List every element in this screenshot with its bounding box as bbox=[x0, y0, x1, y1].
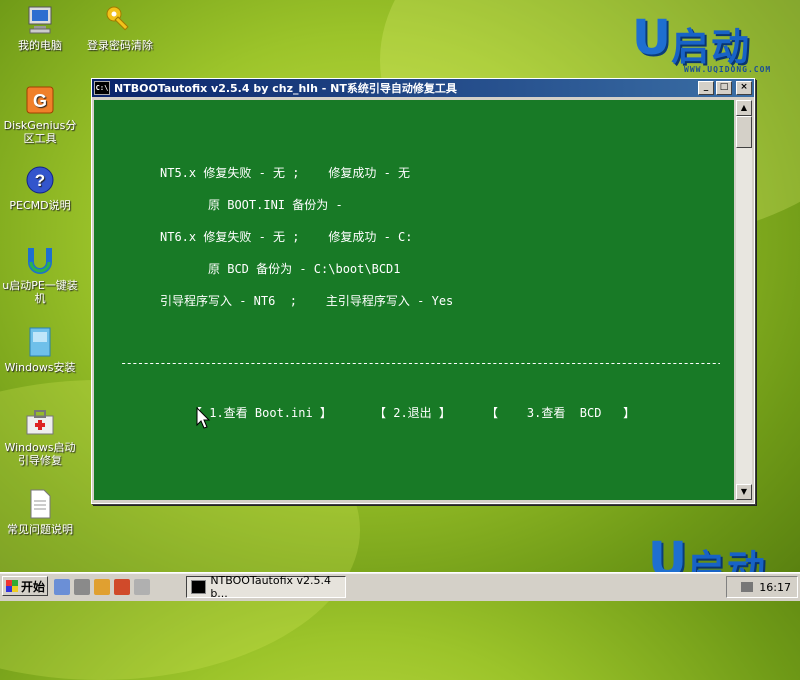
console-line: 原 BCD 备份为 - C:\boot\BCD1 bbox=[208, 262, 401, 276]
maximize-button[interactable]: □ bbox=[716, 81, 732, 95]
desktop-icon-password-clear[interactable]: 登录密码清除 bbox=[80, 4, 160, 52]
quick-launch bbox=[54, 577, 150, 597]
start-label: 开始 bbox=[21, 579, 46, 594]
console-line: NT6.x 修复失败 - 无 ; 修复成功 - C: bbox=[160, 230, 413, 244]
taskbar: 开始 NTBOOTautofix v2.5.4 b... 16:17 bbox=[0, 572, 800, 601]
start-button[interactable]: 开始 bbox=[2, 576, 48, 596]
desktop-icon-onekey-install[interactable]: u启动PE一键装机 bbox=[0, 244, 80, 305]
window-titlebar[interactable]: C:\ NTBOOTautofix v2.5.4 by chz_hlh - NT… bbox=[92, 79, 754, 97]
document-icon bbox=[24, 488, 56, 520]
toolbox-icon bbox=[24, 406, 56, 438]
desktop-icon-boot-repair[interactable]: Windows启动引导修复 bbox=[0, 406, 80, 467]
desktop-icon-label: DiskGenius分区工具 bbox=[3, 119, 77, 145]
brand-logo: U启动 WWW.UQIDONG.COM bbox=[632, 10, 771, 74]
console-line: NT5.x 修复失败 - 无 ; 修复成功 - 无 bbox=[160, 166, 411, 180]
console-output: NT5.x 修复失败 - 无 ; 修复成功 - 无 原 BOOT.INI 备份为… bbox=[94, 100, 734, 500]
ntbootautofix-window[interactable]: C:\ NTBOOTautofix v2.5.4 by chz_hlh - NT… bbox=[91, 78, 755, 504]
windows-install-icon bbox=[24, 326, 56, 358]
taskbar-button-label: NTBOOTautofix v2.5.4 b... bbox=[210, 574, 332, 600]
desktop-icon-windows-install[interactable]: Windows安装 bbox=[0, 326, 80, 374]
console-icon bbox=[191, 580, 207, 594]
desktop-icon-label: 我的电脑 bbox=[18, 39, 62, 52]
network-tray-icon[interactable] bbox=[741, 582, 754, 592]
taskbar-button-ntbootautofix[interactable]: NTBOOTautofix v2.5.4 b... bbox=[186, 574, 346, 600]
desktop-icon-label: Windows安装 bbox=[4, 361, 76, 374]
scroll-up-button[interactable]: ▲ bbox=[736, 100, 752, 116]
u-logo-icon bbox=[24, 244, 56, 276]
vertical-scrollbar[interactable]: ▲ ▼ bbox=[736, 100, 752, 500]
desktop-icon-diskgenius[interactable]: G DiskGenius分区工具 bbox=[0, 84, 80, 145]
quicklaunch-tools-icon[interactable] bbox=[114, 579, 130, 595]
desktop-icon-label: Windows启动引导修复 bbox=[4, 441, 76, 467]
console-line: 原 BOOT.INI 备份为 - bbox=[208, 198, 343, 212]
quicklaunch-computer-icon[interactable] bbox=[54, 579, 70, 595]
desktop-icon-faq[interactable]: 常见问题说明 bbox=[0, 488, 80, 536]
brand-name: 启动 bbox=[670, 25, 751, 69]
console-separator: ----------------------------------------… bbox=[120, 356, 720, 370]
key-icon bbox=[104, 4, 136, 36]
mouse-cursor bbox=[196, 406, 211, 429]
desktop-icon-my-computer[interactable]: 我的电脑 bbox=[0, 4, 80, 52]
desktop-icon-pecmd-help[interactable]: ? PECMD说明 bbox=[0, 164, 80, 212]
minimize-button[interactable]: _ bbox=[698, 81, 714, 95]
diskgenius-icon: G bbox=[24, 84, 56, 116]
svg-text:G: G bbox=[33, 91, 47, 111]
system-tray: 16:17 bbox=[726, 576, 798, 598]
brand-url: WWW.UQIDONG.COM bbox=[684, 65, 772, 74]
quicklaunch-explorer-icon[interactable] bbox=[94, 579, 110, 595]
close-button[interactable]: × bbox=[736, 81, 752, 95]
u-logo-icon: U bbox=[632, 10, 671, 66]
console-icon: C:\ bbox=[94, 81, 110, 95]
svg-text:?: ? bbox=[35, 171, 45, 190]
console-area[interactable]: NT5.x 修复失败 - 无 ; 修复成功 - 无 原 BOOT.INI 备份为… bbox=[94, 100, 734, 500]
scroll-down-button[interactable]: ▼ bbox=[736, 484, 752, 500]
windows-logo-icon bbox=[6, 580, 18, 592]
console-line: 引导程序写入 - NT6 ; 主引导程序写入 - Yes bbox=[160, 294, 454, 308]
window-title: NTBOOTautofix v2.5.4 by chz_hlh - NT系统引导… bbox=[114, 82, 457, 95]
computer-icon bbox=[24, 4, 56, 36]
menu-view-bootini[interactable]: 【 1.查看 Boot.ini 】 bbox=[190, 404, 332, 421]
clock[interactable]: 16:17 bbox=[759, 581, 791, 594]
menu-exit[interactable]: 【 2.退出 】 bbox=[374, 404, 451, 421]
help-icon: ? bbox=[24, 164, 56, 196]
quicklaunch-drive-icon[interactable] bbox=[134, 579, 150, 595]
desktop-icon-label: 登录密码清除 bbox=[87, 39, 153, 52]
desktop-icon-label: 常见问题说明 bbox=[7, 523, 73, 536]
desktop-icon-label: u启动PE一键装机 bbox=[2, 279, 78, 305]
desktop-icon-label: PECMD说明 bbox=[9, 199, 71, 212]
quicklaunch-network-icon[interactable] bbox=[74, 579, 90, 595]
scroll-thumb[interactable] bbox=[736, 116, 752, 148]
menu-view-bcd[interactable]: 【 3.查看 BCD 】 bbox=[486, 404, 635, 421]
